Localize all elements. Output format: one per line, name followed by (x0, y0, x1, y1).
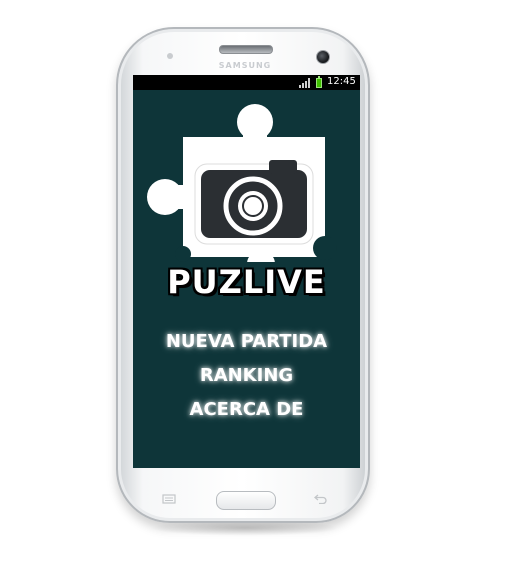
proximity-sensor (167, 53, 173, 59)
app-title: PUZLIVE (167, 263, 326, 301)
front-camera (316, 50, 330, 64)
menu-item-nueva-partida[interactable]: NUEVA PARTIDA (133, 326, 360, 357)
status-time: 12:45 (327, 76, 356, 87)
device-brand: SAMSUNG (218, 61, 272, 70)
signal-icon (299, 78, 310, 88)
phone-screen: 12:45 PUZLIVE NUEVA PARTIDA RANKING ACER… (133, 75, 360, 468)
status-bar: 12:45 (133, 75, 360, 90)
menu-item-acerca-de[interactable]: ACERCA DE (133, 394, 360, 425)
home-button[interactable] (216, 491, 276, 510)
menu-item-ranking[interactable]: RANKING (133, 360, 360, 391)
menu-key-icon[interactable] (162, 494, 176, 504)
battery-icon (316, 76, 322, 88)
puzzle-camera-icon (147, 104, 337, 262)
main-menu: NUEVA PARTIDA RANKING ACERCA DE (133, 326, 360, 425)
back-key-icon[interactable] (314, 493, 328, 504)
earpiece-speaker (219, 45, 273, 54)
